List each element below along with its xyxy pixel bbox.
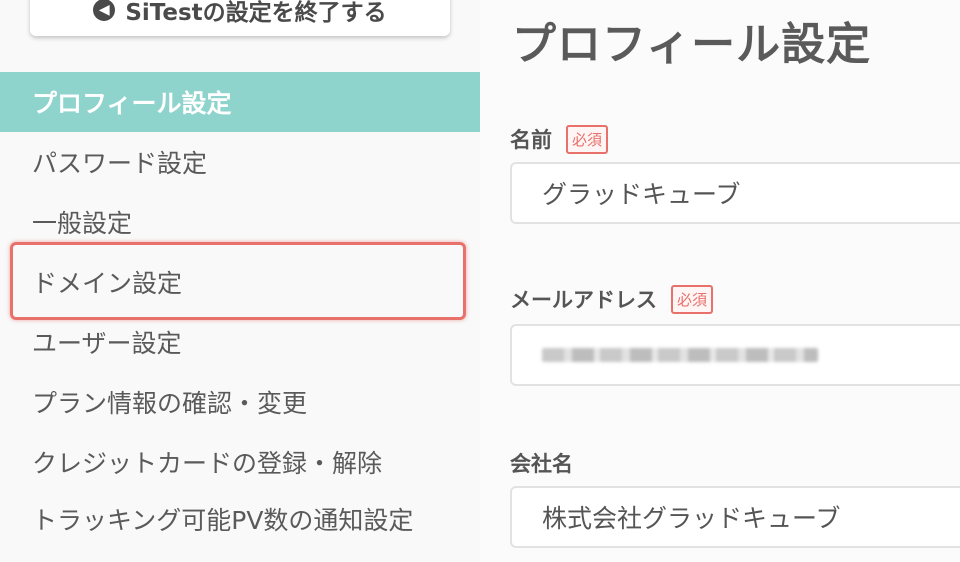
email-label: メールアドレス 必須 [510, 284, 714, 314]
sidebar-item-label: トラッキング可能PV数の通知設定 [32, 506, 414, 535]
name-input[interactable]: グラッドキューブ [510, 162, 960, 224]
exit-settings-button[interactable]: ◀ SiTestの設定を終了する [30, 0, 450, 36]
name-label: 名前 必須 [510, 124, 609, 154]
sidebar-item-domain[interactable]: ドメイン設定 [0, 252, 480, 312]
email-label-text: メールアドレス [510, 288, 657, 312]
sidebar-item-label: ユーザー設定 [32, 329, 182, 358]
company-input[interactable]: 株式会社グラッドキューブ [510, 486, 960, 548]
arrow-left-circle-icon: ◀ [93, 0, 116, 21]
main-panel: プロフィール設定 名前 必須 グラッドキューブ メールアドレス 必須 会社名 株… [480, 0, 960, 562]
company-label: 会社名 [510, 448, 573, 478]
sidebar-item-label: 一般設定 [32, 209, 133, 238]
sidebar-item-plan[interactable]: プラン情報の確認・変更 [0, 372, 480, 432]
sidebar-item-label: クレジットカードの登録・解除 [32, 449, 383, 478]
sidebar-item-label: プロフィール設定 [32, 89, 232, 118]
required-badge: 必須 [671, 284, 714, 314]
sidebar: ◀ SiTestの設定を終了する プロフィール設定 パスワード設定 一般設定 ド… [0, 0, 480, 562]
email-input[interactable] [510, 324, 960, 386]
sidebar-item-users[interactable]: ユーザー設定 [0, 312, 480, 372]
exit-settings-label: SiTestの設定を終了する [125, 0, 387, 26]
name-input-value: グラッドキューブ [542, 180, 741, 209]
sidebar-item-general[interactable]: 一般設定 [0, 192, 480, 252]
required-badge: 必須 [566, 124, 609, 154]
sidebar-item-pv-notification[interactable]: トラッキング可能PV数の通知設定 [0, 492, 480, 562]
name-label-text: 名前 [510, 128, 552, 152]
company-input-value: 株式会社グラッドキューブ [542, 504, 841, 533]
sidebar-item-label: ドメイン設定 [32, 269, 183, 298]
email-redacted [542, 348, 818, 362]
sidebar-item-credit-card[interactable]: クレジットカードの登録・解除 [0, 432, 480, 492]
sidebar-item-label: プラン情報の確認・変更 [32, 389, 308, 418]
sidebar-item-label: パスワード設定 [32, 149, 208, 178]
sidebar-item-password[interactable]: パスワード設定 [0, 132, 480, 192]
sidebar-item-profile[interactable]: プロフィール設定 [0, 72, 480, 132]
page-title: プロフィール設定 [512, 19, 872, 70]
company-label-text: 会社名 [510, 452, 573, 476]
